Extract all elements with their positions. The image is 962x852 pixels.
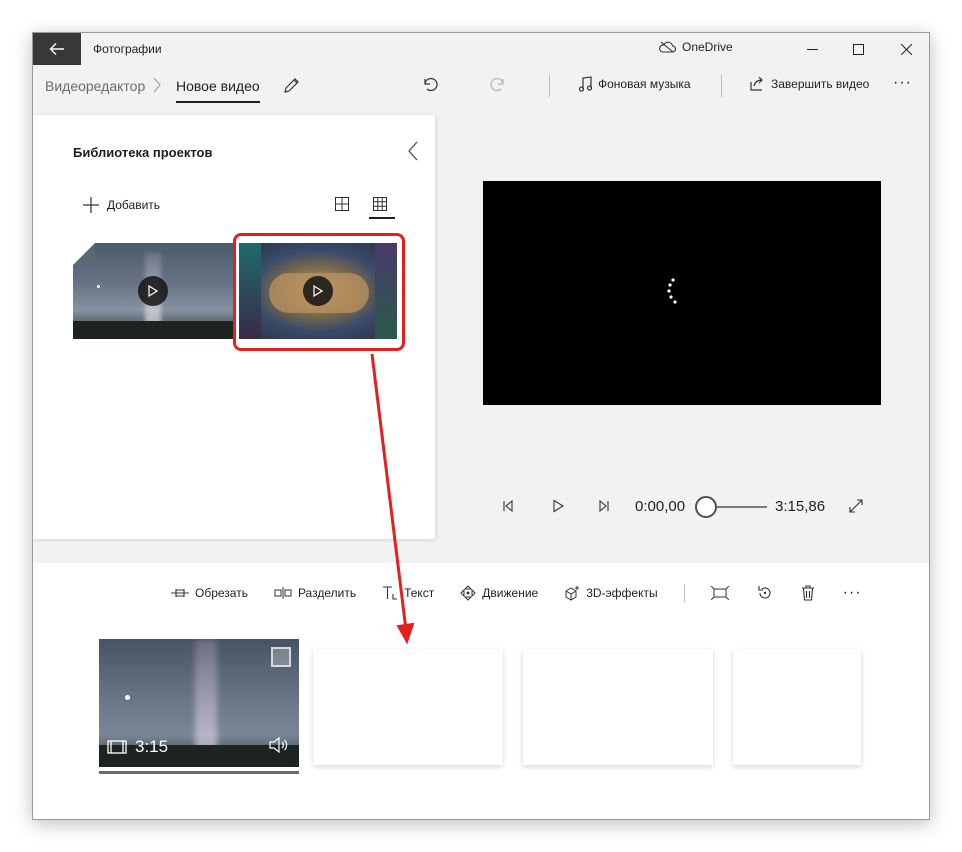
storyboard-empty-slot[interactable] <box>313 649 503 765</box>
crop-button[interactable] <box>710 586 729 600</box>
play-button[interactable] <box>138 276 168 306</box>
volume-icon[interactable] <box>269 737 289 753</box>
storyboard-empty-slot[interactable] <box>523 649 713 765</box>
back-button[interactable] <box>33 33 81 65</box>
split-label: Разделить <box>297 586 357 600</box>
trim-label: Обрезать <box>195 586 248 600</box>
seek-handle[interactable] <box>695 496 717 518</box>
highlight-annotation <box>233 233 405 351</box>
delete-button[interactable] <box>801 585 815 601</box>
playback-controls: 0:00,00 3:15,86 <box>493 495 893 519</box>
clip-duration: 3:15 <box>107 737 168 757</box>
breadcrumb-video-editor[interactable]: Видеоредактор <box>45 78 145 94</box>
plus-icon <box>83 197 99 213</box>
add-media-button[interactable]: Добавить <box>83 197 160 213</box>
loading-spinner-icon <box>667 278 677 304</box>
app-title: Фотографии <box>93 42 162 56</box>
toolbar-divider <box>721 75 722 97</box>
onedrive-label: OneDrive <box>682 40 733 54</box>
background-music-button[interactable]: Фоновая музыка <box>578 76 691 92</box>
current-time: 0:00,00 <box>635 498 686 515</box>
library-item-fountain-video[interactable] <box>73 243 233 339</box>
clip-duration-label: 3:15 <box>135 737 169 756</box>
resize-icon <box>710 586 729 600</box>
finish-video-button[interactable]: Завершить видео <box>749 76 869 92</box>
motion-button[interactable]: Движение <box>460 585 538 601</box>
maximize-button[interactable] <box>835 33 881 65</box>
3d-effects-label: 3D-эффекты <box>586 586 658 600</box>
grid-view-small-icon[interactable] <box>373 197 387 211</box>
total-time: 3:15,86 <box>775 498 826 515</box>
share-icon <box>750 76 763 91</box>
storyboard-clip[interactable]: 3:15 <box>99 639 299 767</box>
photos-app-window: Фотографии OneDrive Видеоредактор Новое … <box>32 32 930 820</box>
close-icon <box>900 43 912 55</box>
text-label: Текст <box>404 586 435 600</box>
previous-frame-icon[interactable] <box>501 499 515 513</box>
rotate-icon <box>758 586 771 599</box>
rotate-button[interactable] <box>757 585 773 601</box>
trim-icon <box>171 589 189 597</box>
more-options-button[interactable]: ··· <box>893 74 912 92</box>
storyboard-toolbar: Обрезать Разделить Текст Движение 3D-эфф… <box>171 583 890 603</box>
chevron-left-icon[interactable] <box>407 141 419 161</box>
add-media-label: Добавить <box>107 198 161 212</box>
clip-progress-bar <box>99 771 299 774</box>
active-view-indicator <box>369 217 395 219</box>
trim-button[interactable]: Обрезать <box>171 586 248 600</box>
redo-icon[interactable] <box>489 76 507 94</box>
maximize-icon <box>852 43 864 55</box>
storyboard-panel: Обрезать Разделить Текст Движение 3D-эфф… <box>33 563 929 819</box>
music-note-icon <box>578 76 592 92</box>
seek-bar[interactable] <box>713 506 767 508</box>
film-icon <box>107 740 127 754</box>
background-music-label: Фоновая музыка <box>598 77 691 91</box>
onedrive-status[interactable]: OneDrive <box>658 40 733 54</box>
title-bar: Фотографии OneDrive <box>33 33 929 65</box>
command-bar: Видеоредактор Новое видео Фоновая музыка… <box>33 65 929 107</box>
toolbar-divider <box>683 584 685 602</box>
pencil-icon[interactable] <box>283 76 301 94</box>
next-frame-icon[interactable] <box>597 499 611 513</box>
trash-icon <box>801 585 814 601</box>
chevron-right-icon <box>153 77 161 93</box>
close-button[interactable] <box>883 33 929 65</box>
finish-video-label: Завершить видео <box>771 77 870 91</box>
breadcrumb-new-video[interactable]: Новое видео <box>176 78 260 94</box>
play-icon[interactable] <box>551 499 565 513</box>
3d-effects-button[interactable]: 3D-эффекты <box>564 585 658 601</box>
split-icon <box>274 587 292 599</box>
undo-icon[interactable] <box>421 76 439 94</box>
project-library-panel: Библиотека проектов Добавить <box>33 115 435 539</box>
cloud-offline-icon <box>659 41 676 53</box>
storyboard-more-button[interactable]: ··· <box>843 584 862 602</box>
grid-view-large-icon[interactable] <box>335 197 349 211</box>
fullscreen-icon[interactable] <box>849 499 863 513</box>
sparkle-cube-icon <box>565 586 580 601</box>
library-title: Библиотека проектов <box>73 145 213 160</box>
arrow-left-icon <box>49 43 64 55</box>
text-icon <box>383 586 398 600</box>
motion-icon <box>460 585 477 601</box>
clip-select-checkbox[interactable] <box>271 647 291 667</box>
video-preview[interactable] <box>483 181 881 405</box>
split-button[interactable]: Разделить <box>274 586 356 600</box>
text-button[interactable]: Текст <box>382 586 434 600</box>
motion-label: Движение <box>482 586 539 600</box>
minimize-button[interactable] <box>789 33 835 65</box>
minimize-icon <box>806 48 818 50</box>
toolbar-divider <box>549 75 550 97</box>
breadcrumb-underline <box>176 101 260 103</box>
storyboard-empty-slot[interactable] <box>733 649 861 765</box>
play-icon <box>148 285 158 297</box>
